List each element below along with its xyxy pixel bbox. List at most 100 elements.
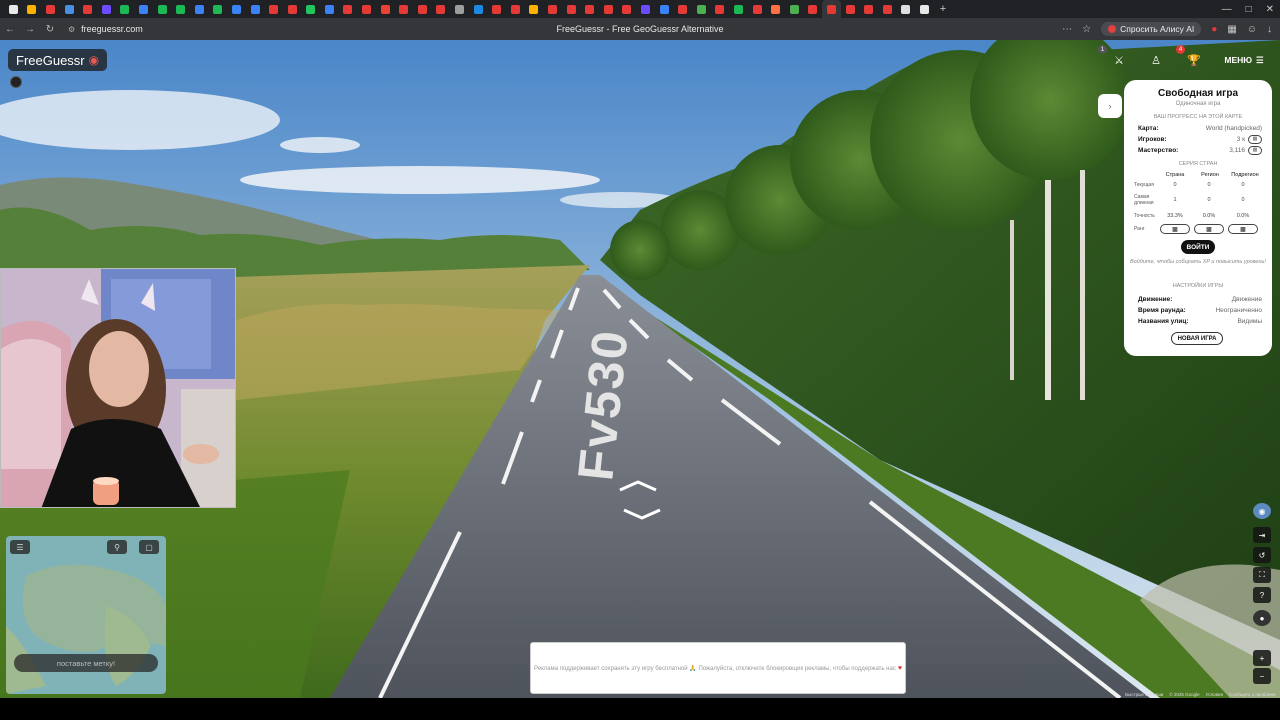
extension-icon[interactable]: ● <box>1211 24 1217 35</box>
help-icon[interactable]: ? <box>1253 587 1271 603</box>
browser-tab[interactable] <box>41 0 60 18</box>
downloads-icon[interactable]: ↓ <box>1267 24 1272 35</box>
browser-tab[interactable] <box>897 0 916 18</box>
browser-tab[interactable] <box>302 0 321 18</box>
fullscreen-icon[interactable]: ⛶ <box>1253 567 1271 583</box>
browser-tab[interactable] <box>729 0 748 18</box>
bookmark-icon[interactable]: ☆ <box>1082 24 1091 35</box>
rank-subregion-icon[interactable]: ▩ <box>1228 224 1258 234</box>
browser-tab[interactable] <box>599 0 618 18</box>
browser-tab[interactable] <box>357 0 376 18</box>
url-field[interactable]: ⚙ freeguessr.com <box>68 24 143 34</box>
browser-tab[interactable] <box>655 0 674 18</box>
browser-tab[interactable] <box>450 0 469 18</box>
browser-tab[interactable] <box>171 0 190 18</box>
browser-tab[interactable] <box>432 0 451 18</box>
trophy-icon[interactable]: 🏆 <box>1183 50 1205 70</box>
minimize-icon[interactable]: — <box>1222 4 1232 15</box>
browser-tab[interactable] <box>878 0 897 18</box>
zoom-out-icon[interactable]: − <box>1253 668 1271 684</box>
return-to-start-icon[interactable]: ⇥ <box>1253 527 1271 543</box>
freeguessr-logo[interactable]: FreeGuessr ◉ <box>8 49 108 71</box>
extensions-icon[interactable]: ▦ <box>1227 24 1236 35</box>
heart-icon: ♥ <box>897 664 902 672</box>
credit-report[interactable]: Сообщить о проблеме <box>1229 692 1276 697</box>
browser-tab[interactable] <box>60 0 79 18</box>
close-icon[interactable]: ✕ <box>1266 4 1274 15</box>
browser-tab[interactable] <box>692 0 711 18</box>
expand-map-icon[interactable]: ▢ <box>139 540 159 554</box>
avatar[interactable] <box>10 76 22 88</box>
minimap[interactable]: ☰ ⚲ ▢ поставьте метку! <box>6 536 166 694</box>
rank-region-icon[interactable]: ▩ <box>1194 224 1224 234</box>
browser-tab[interactable] <box>804 0 823 18</box>
new-tab-button[interactable]: + <box>934 0 953 18</box>
browser-tab[interactable] <box>97 0 116 18</box>
browser-tab[interactable] <box>413 0 432 18</box>
browser-tab[interactable] <box>711 0 730 18</box>
browser-tab[interactable] <box>394 0 413 18</box>
tab-favicon-icon <box>194 4 204 14</box>
reload-icon[interactable]: ↻ <box>40 24 60 35</box>
swords-icon[interactable]: ⚔ <box>1108 50 1130 70</box>
browser-tab[interactable] <box>580 0 599 18</box>
back-icon[interactable]: ← <box>0 24 20 35</box>
browser-tab[interactable] <box>487 0 506 18</box>
pegman-icon[interactable]: ● <box>1253 610 1271 626</box>
ad-banner[interactable]: Реклама поддерживает сохранять эту игру … <box>530 642 906 694</box>
browser-tab[interactable] <box>673 0 692 18</box>
browser-tab[interactable] <box>227 0 246 18</box>
browser-tab[interactable] <box>766 0 785 18</box>
browser-tab[interactable] <box>320 0 339 18</box>
maximize-icon[interactable]: □ <box>1246 4 1252 15</box>
browser-tab[interactable] <box>116 0 135 18</box>
browser-tab[interactable] <box>785 0 804 18</box>
browser-tab[interactable] <box>618 0 637 18</box>
browser-tab[interactable] <box>23 0 42 18</box>
site-info-icon[interactable]: ⚙ <box>68 25 75 34</box>
profile-icon[interactable]: ☺ <box>1247 24 1257 35</box>
browser-tab[interactable] <box>134 0 153 18</box>
collapse-panel-button[interactable]: › <box>1098 94 1122 118</box>
browser-tab[interactable] <box>748 0 767 18</box>
browser-tab[interactable] <box>822 0 841 18</box>
browser-tab[interactable] <box>78 0 97 18</box>
browser-tab[interactable] <box>562 0 581 18</box>
browser-tab[interactable] <box>469 0 488 18</box>
credit-terms[interactable]: Условия <box>1206 692 1223 697</box>
more-icon[interactable]: ⋯ <box>1062 24 1072 35</box>
browser-tab[interactable] <box>264 0 283 18</box>
browser-tab[interactable] <box>190 0 209 18</box>
new-game-button[interactable]: НОВАЯ ИГРА <box>1171 332 1223 345</box>
place-marker-button[interactable]: поставьте метку! <box>14 654 158 672</box>
browser-tab[interactable] <box>859 0 878 18</box>
map-layers-icon[interactable]: ☰ <box>10 540 30 554</box>
compass-icon[interactable]: ◉ <box>1253 503 1271 519</box>
browser-tab[interactable] <box>4 0 23 18</box>
browser-tab[interactable] <box>841 0 860 18</box>
alice-ai-button[interactable]: Спросить Алису AI <box>1101 22 1202 36</box>
browser-tab[interactable] <box>376 0 395 18</box>
browser-tab[interactable] <box>339 0 358 18</box>
multiplayer-icon[interactable]: ♙ <box>1145 50 1167 70</box>
undo-icon[interactable]: ↺ <box>1253 547 1271 563</box>
rank-country-icon[interactable]: ▩ <box>1160 224 1190 234</box>
browser-tab[interactable] <box>525 0 544 18</box>
menu-label: МЕНЮ <box>1224 55 1253 65</box>
login-button[interactable]: ВОЙТИ <box>1181 240 1215 254</box>
forward-icon[interactable]: → <box>20 24 40 35</box>
pin-map-icon[interactable]: ⚲ <box>107 540 127 554</box>
browser-tab[interactable] <box>246 0 265 18</box>
leaderboard-icon[interactable]: ▩ <box>1248 134 1262 144</box>
zoom-in-icon[interactable]: + <box>1253 650 1271 666</box>
browser-tab[interactable] <box>636 0 655 18</box>
browser-tab[interactable] <box>915 0 934 18</box>
browser-tab[interactable] <box>283 0 302 18</box>
menu-button[interactable]: МЕНЮ ☰ <box>1216 50 1272 70</box>
browser-tab[interactable] <box>209 0 228 18</box>
browser-tab[interactable] <box>506 0 525 18</box>
browser-tab[interactable] <box>153 0 172 18</box>
mastery-chart-icon[interactable]: ▩ <box>1248 145 1262 155</box>
credit-shortcuts[interactable]: Быстрые клавиши <box>1125 692 1163 697</box>
browser-tab[interactable] <box>543 0 562 18</box>
